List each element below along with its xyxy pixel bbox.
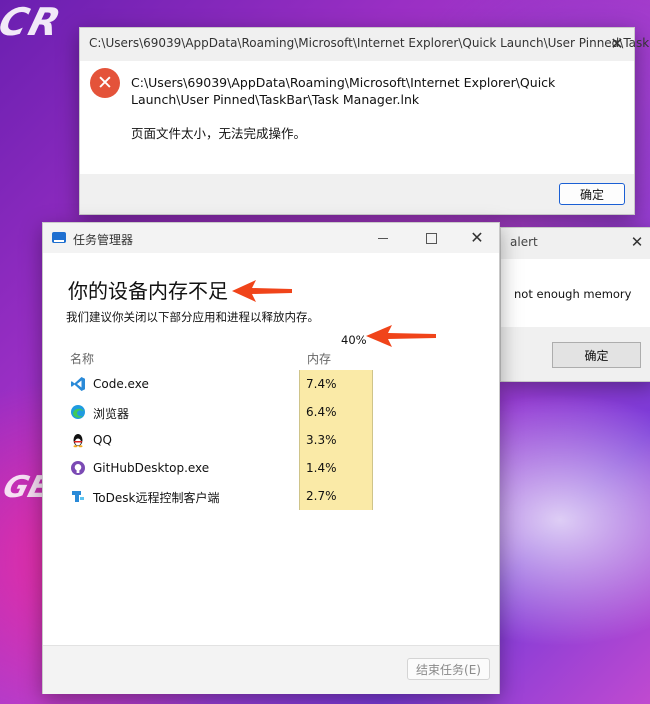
alert-dialog: alert ✕ not enough memory 确定 — [500, 227, 650, 382]
vscode-icon — [70, 376, 86, 392]
error-dialog: C:\Users\69039\AppData\Roaming\Microsoft… — [79, 27, 650, 215]
edge-browser-icon — [70, 404, 86, 420]
process-name: ToDesk远程控制客户端 — [93, 491, 220, 505]
process-row[interactable]: GitHubDesktop.exe 1.4% — [43, 454, 499, 482]
github-desktop-icon — [70, 460, 86, 476]
annotation-arrow-heading — [232, 280, 292, 302]
process-row[interactable]: QQ 3.3% — [43, 426, 499, 454]
column-header-name[interactable]: 名称 — [70, 350, 94, 367]
task-manager-titlebar[interactable]: 任务管理器 ✕ — [43, 223, 499, 253]
total-memory-percent: 40% — [341, 333, 367, 347]
process-name: Code.exe — [93, 377, 149, 391]
task-manager-app-icon — [52, 232, 66, 243]
ok-button[interactable]: 确定 — [559, 183, 625, 205]
error-dialog-body: ✕ C:\Users\69039\AppData\Roaming\Microso… — [80, 61, 634, 174]
process-memory: 2.7% — [306, 489, 337, 503]
page-title: 你的设备内存不足 — [68, 279, 228, 303]
wallpaper-decor-text: CR — [0, 0, 68, 44]
maximize-icon[interactable] — [421, 228, 441, 248]
close-icon[interactable]: ✕ — [627, 232, 647, 252]
process-row[interactable]: ToDesk远程控制客户端 2.7% — [43, 482, 499, 510]
process-memory: 1.4% — [306, 461, 337, 475]
minimize-icon[interactable] — [373, 228, 393, 248]
error-dialog-titlebar[interactable]: C:\Users\69039\AppData\Roaming\Microsoft… — [80, 28, 650, 58]
alert-ok-button[interactable]: 确定 — [552, 342, 641, 368]
task-manager-title: 任务管理器 — [73, 233, 134, 247]
process-name: 浏览器 — [93, 407, 130, 421]
task-manager-footer: 结束任务(E) — [43, 645, 499, 694]
close-icon[interactable]: ✕ — [606, 32, 628, 54]
column-header-memory[interactable]: 内存 — [307, 350, 331, 367]
process-memory: 3.3% — [306, 433, 337, 447]
recommendation-text: 我们建议你关闭以下部分应用和进程以释放内存。 — [66, 310, 319, 324]
end-task-button[interactable]: 结束任务(E) — [407, 658, 490, 680]
alert-message: not enough memory — [514, 287, 632, 301]
error-dialog-title: C:\Users\69039\AppData\Roaming\Microsoft… — [89, 36, 650, 50]
close-icon[interactable]: ✕ — [467, 227, 487, 247]
alert-body: not enough memory — [501, 259, 650, 327]
qq-penguin-icon — [70, 432, 86, 448]
error-x-icon: ✕ — [90, 68, 120, 98]
process-row[interactable]: Code.exe 7.4% — [43, 370, 499, 398]
alert-title: alert — [510, 235, 538, 249]
process-memory: 7.4% — [306, 377, 337, 391]
process-name: QQ — [93, 433, 112, 447]
annotation-arrow-percent — [366, 325, 436, 347]
error-path-message: C:\Users\69039\AppData\Roaming\Microsoft… — [131, 75, 556, 107]
todesk-icon — [70, 488, 86, 504]
process-row[interactable]: 浏览器 6.4% — [43, 398, 499, 426]
process-name: GitHubDesktop.exe — [93, 461, 210, 475]
process-memory: 6.4% — [306, 405, 337, 419]
error-message: 页面文件太小，无法完成操作。 — [131, 126, 307, 141]
